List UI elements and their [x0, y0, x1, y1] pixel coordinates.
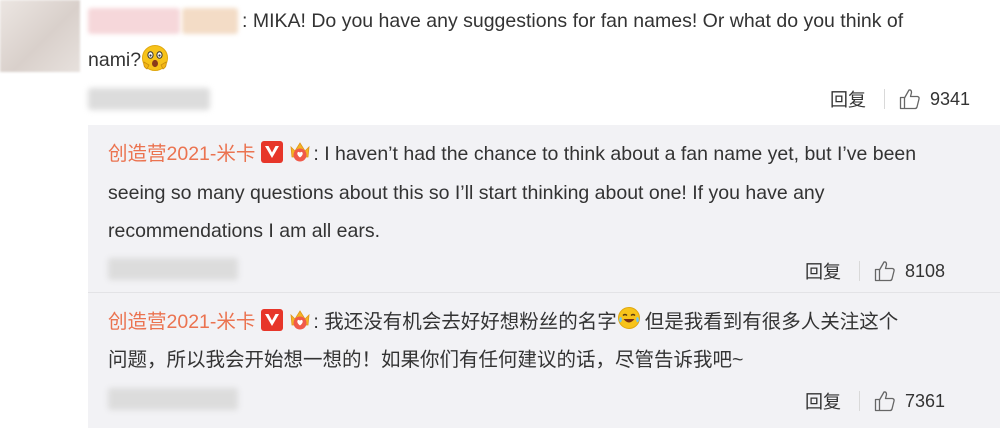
reply-2-text-line2: 问题，所以我会开始想一想的！如果你们有任何建议的话，尽管告诉我吧~ [108, 349, 744, 371]
comment-text-line2-text: nami? [88, 49, 142, 71]
action-divider [859, 261, 860, 281]
laughing-tears-emoji-icon [617, 306, 645, 334]
action-divider [884, 89, 885, 109]
scared-face-emoji-icon [141, 44, 169, 72]
reply-2-line1: 创造营2021-米卡 : 我还没有机会去好好想粉丝的名字 但是我看到有很多人关注这个 [108, 304, 898, 340]
reply-1-timestamp-blurred [108, 258, 238, 280]
reply-1-like-button[interactable]: 8108 [874, 260, 945, 282]
comment-like-count: 9341 [930, 88, 971, 109]
reply-1-text-line1: : I haven’t had the chance to think abou… [313, 143, 917, 165]
reply-2-username[interactable]: 创造营2021-米卡 [108, 311, 255, 333]
comment-reply-button[interactable]: 回复 [830, 86, 866, 112]
comment-like-button[interactable]: 9341 [899, 88, 970, 110]
comment-text-line1: : MIKA! Do you have any suggestions for … [242, 10, 904, 32]
comment-actions: 回复 9341 [830, 86, 970, 112]
comment-text-line2: nami? [88, 42, 169, 78]
reply-1-text-line3: recommendations I am all ears. [108, 220, 381, 242]
crown-badge-icon [287, 140, 313, 164]
verified-v-badge-icon [261, 140, 284, 163]
reply-1-text-line2: seeing so many questions about this so I… [108, 182, 825, 204]
verified-v-badge-icon [261, 308, 284, 331]
reply-2-like-count: 7361 [905, 390, 946, 411]
crown-badge-icon [287, 308, 313, 332]
reply-divider [88, 292, 1000, 293]
reply-1-reply-button[interactable]: 回复 [805, 258, 841, 284]
reply-2-like-button[interactable]: 7361 [874, 390, 945, 412]
comment-timestamp-blurred [88, 88, 210, 110]
thumbs-up-icon [874, 261, 895, 282]
reply-2-timestamp-blurred [108, 388, 238, 410]
commenter-name-blurred[interactable] [88, 8, 180, 34]
thumbs-up-icon [874, 391, 895, 412]
thumbs-up-icon [899, 89, 920, 110]
reply-1-line1: 创造营2021-米卡 : I haven’t had the chance to … [108, 136, 916, 172]
commenter-avatar[interactable] [0, 0, 80, 72]
reply-2-actions: 回复 7361 [805, 388, 945, 414]
reply-2-reply-button[interactable]: 回复 [805, 388, 841, 414]
reply-2-text-line1a: : 我还没有机会去好好想粉丝的名字 [313, 311, 617, 333]
reply-1-actions: 回复 8108 [805, 258, 945, 284]
reply-1-username[interactable]: 创造营2021-米卡 [108, 143, 255, 165]
reply-1-like-count: 8108 [905, 260, 946, 281]
commenter-badge-blurred [182, 8, 238, 34]
reply-2-text-line1b: 但是我看到有很多人关注这个 [644, 311, 899, 333]
action-divider [859, 391, 860, 411]
